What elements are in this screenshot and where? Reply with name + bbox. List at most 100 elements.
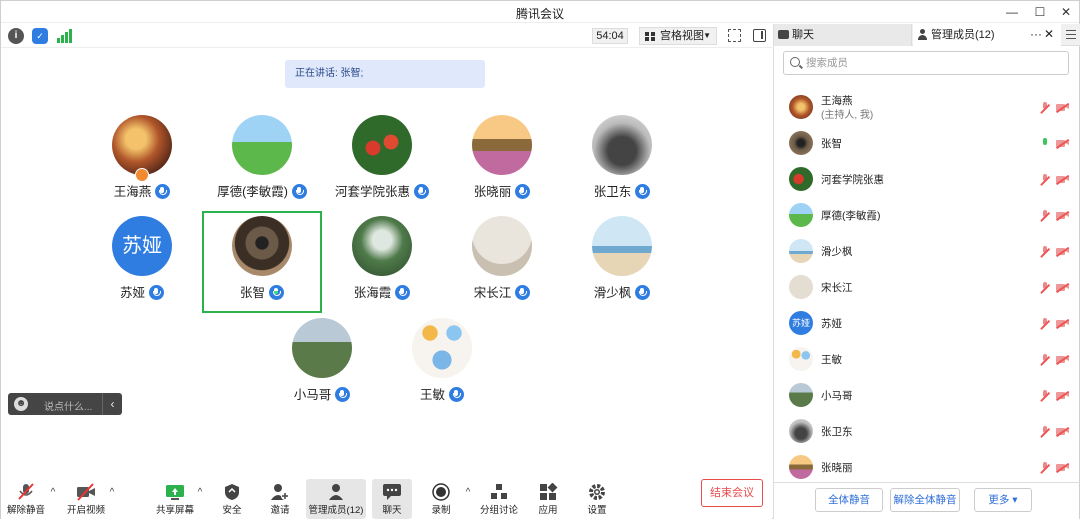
apps-button[interactable]: 应用	[533, 479, 563, 519]
fullscreen-icon[interactable]	[728, 29, 741, 42]
mic-icon	[515, 285, 531, 301]
mic-muted-icon[interactable]	[1040, 174, 1050, 186]
menu-icon[interactable]	[1066, 30, 1076, 39]
record-button[interactable]: 录制	[426, 479, 456, 519]
camera-off-icon[interactable]	[1056, 247, 1070, 256]
participant-tile[interactable]: 张海霞	[322, 211, 442, 313]
end-meeting-button[interactable]: 结束会议	[701, 479, 763, 507]
member-row[interactable]: 宋长江	[774, 269, 1080, 305]
camera-off-icon	[77, 483, 95, 501]
settings-label: 设置	[587, 505, 607, 516]
mic-icon	[635, 285, 651, 301]
camera-off-icon[interactable]	[1056, 103, 1070, 112]
security-shield-icon	[225, 484, 239, 500]
participant-tile-active-speaker[interactable]: 张智	[202, 211, 322, 313]
mic-muted-icon[interactable]	[1040, 318, 1050, 330]
participant-tile[interactable]: 河套学院张惠	[322, 110, 442, 212]
member-row[interactable]: 河套学院张惠	[774, 161, 1080, 197]
mute-all-button[interactable]: 全体静音	[815, 488, 883, 512]
member-avatar	[789, 239, 813, 263]
participant-tile[interactable]: 宋长江	[442, 211, 562, 313]
avatar: 苏娅	[112, 216, 172, 276]
camera-off-icon[interactable]	[1056, 319, 1070, 328]
mic-muted-icon[interactable]	[1040, 426, 1050, 438]
member-row[interactable]: 滑少枫	[774, 233, 1080, 269]
mic-muted-icon[interactable]	[1040, 462, 1050, 474]
unmute-button[interactable]: 解除静音	[7, 479, 45, 519]
record-label: 录制	[431, 505, 451, 516]
camera-off-icon[interactable]	[1056, 463, 1070, 472]
security-button[interactable]: 安全	[217, 479, 247, 519]
unmute-all-button[interactable]: 解除全体静音	[890, 488, 960, 512]
mic-muted-icon[interactable]	[1040, 390, 1050, 402]
chat-button[interactable]: 聊天	[372, 479, 412, 519]
member-avatar	[789, 167, 813, 191]
sidebar-toggle-icon[interactable]	[753, 29, 766, 42]
breakout-button[interactable]: 分组讨论	[480, 479, 518, 519]
view-mode-button[interactable]: 宫格视图 ▼	[639, 27, 717, 45]
minimize-icon[interactable]: —	[1001, 3, 1023, 21]
chevron-up-icon[interactable]: ^	[107, 487, 117, 498]
member-row[interactable]: 苏娅 苏娅	[774, 305, 1080, 341]
participant-tile[interactable]: 小马哥	[262, 313, 382, 415]
member-row[interactable]: 王海燕 (主持人, 我)	[774, 89, 1080, 125]
participant-tile[interactable]: 苏娅 苏娅	[82, 211, 202, 313]
maximize-icon[interactable]: ☐	[1029, 3, 1051, 21]
member-row[interactable]: 张智	[774, 125, 1080, 161]
meeting-topbar: i ✓ 54:04 宫格视图 ▼	[1, 24, 772, 48]
close-icon[interactable]: ✕	[1055, 3, 1077, 21]
caret-down-icon: ▼	[703, 31, 711, 40]
share-screen-button[interactable]: 共享屏幕	[156, 479, 194, 519]
close-panel-icon[interactable]: ✕	[1044, 24, 1054, 45]
camera-off-icon[interactable]	[1056, 283, 1070, 292]
camera-off-icon[interactable]	[1056, 391, 1070, 400]
participant-tile[interactable]: 滑少枫	[562, 211, 682, 313]
mic-muted-icon[interactable]	[1040, 246, 1050, 258]
member-name: 张晓丽	[821, 462, 853, 474]
video-area: i ✓ 54:04 宫格视图 ▼ 正在讲话: 张智; 王海燕 厚德(李敏霞) 河…	[1, 24, 772, 519]
member-row[interactable]: 张晓丽	[774, 449, 1080, 485]
grid-icon	[645, 32, 655, 41]
member-row[interactable]: 厚德(李敏霞)	[774, 197, 1080, 233]
member-row[interactable]: 小马哥	[774, 377, 1080, 413]
mic-muted-icon[interactable]	[1040, 354, 1050, 366]
member-name: 小马哥	[821, 390, 853, 402]
participant-tile[interactable]: 厚德(李敏霞)	[202, 110, 322, 212]
participant-name: 王敏	[419, 388, 445, 402]
smile-icon[interactable]: ☻	[14, 397, 28, 411]
chat-placeholder[interactable]: 说点什么...	[44, 398, 92, 413]
chevron-up-icon[interactable]: ^	[463, 487, 473, 498]
member-row[interactable]: 王敏	[774, 341, 1080, 377]
member-name: 厚德(李敏霞)	[821, 210, 881, 222]
participant-tile[interactable]: 王海燕	[82, 110, 202, 212]
manage-members-button[interactable]: 管理成员(12)	[306, 479, 366, 519]
tab-chat[interactable]: 聊天	[774, 24, 912, 46]
chevron-up-icon[interactable]: ^	[195, 487, 205, 498]
participant-tile[interactable]: 张卫东	[562, 110, 682, 212]
mic-muted-icon[interactable]	[1040, 282, 1050, 294]
camera-off-icon[interactable]	[1056, 427, 1070, 436]
member-search-input[interactable]: 搜索成员	[783, 51, 1069, 75]
camera-off-icon[interactable]	[1056, 211, 1070, 220]
shield-icon[interactable]: ✓	[32, 28, 48, 44]
share-screen-label: 共享屏幕	[155, 505, 194, 516]
camera-off-icon[interactable]	[1056, 139, 1070, 148]
participant-tile[interactable]: 王敏	[382, 313, 502, 415]
more-button[interactable]: 更多 ▾	[974, 488, 1032, 512]
more-options-icon[interactable]: ···	[1030, 24, 1042, 44]
participant-tile[interactable]: 张晓丽	[442, 110, 562, 212]
chat-input-box[interactable]: ☻ 说点什么... ‹	[8, 393, 122, 415]
start-video-button[interactable]: 开启视频	[67, 479, 105, 519]
camera-off-icon[interactable]	[1056, 175, 1070, 184]
mic-muted-icon[interactable]	[1040, 210, 1050, 222]
chevron-left-icon[interactable]: ‹	[102, 393, 122, 415]
mic-muted-icon[interactable]	[1040, 102, 1050, 114]
member-row[interactable]: 张卫东	[774, 413, 1080, 449]
camera-off-icon[interactable]	[1056, 355, 1070, 364]
invite-button[interactable]: 邀请	[265, 479, 295, 519]
mic-on-icon[interactable]	[1040, 138, 1050, 150]
signal-icon[interactable]	[57, 29, 73, 43]
info-icon[interactable]: i	[8, 28, 24, 44]
settings-button[interactable]: 设置	[582, 479, 612, 519]
chevron-up-icon[interactable]: ^	[48, 487, 58, 498]
